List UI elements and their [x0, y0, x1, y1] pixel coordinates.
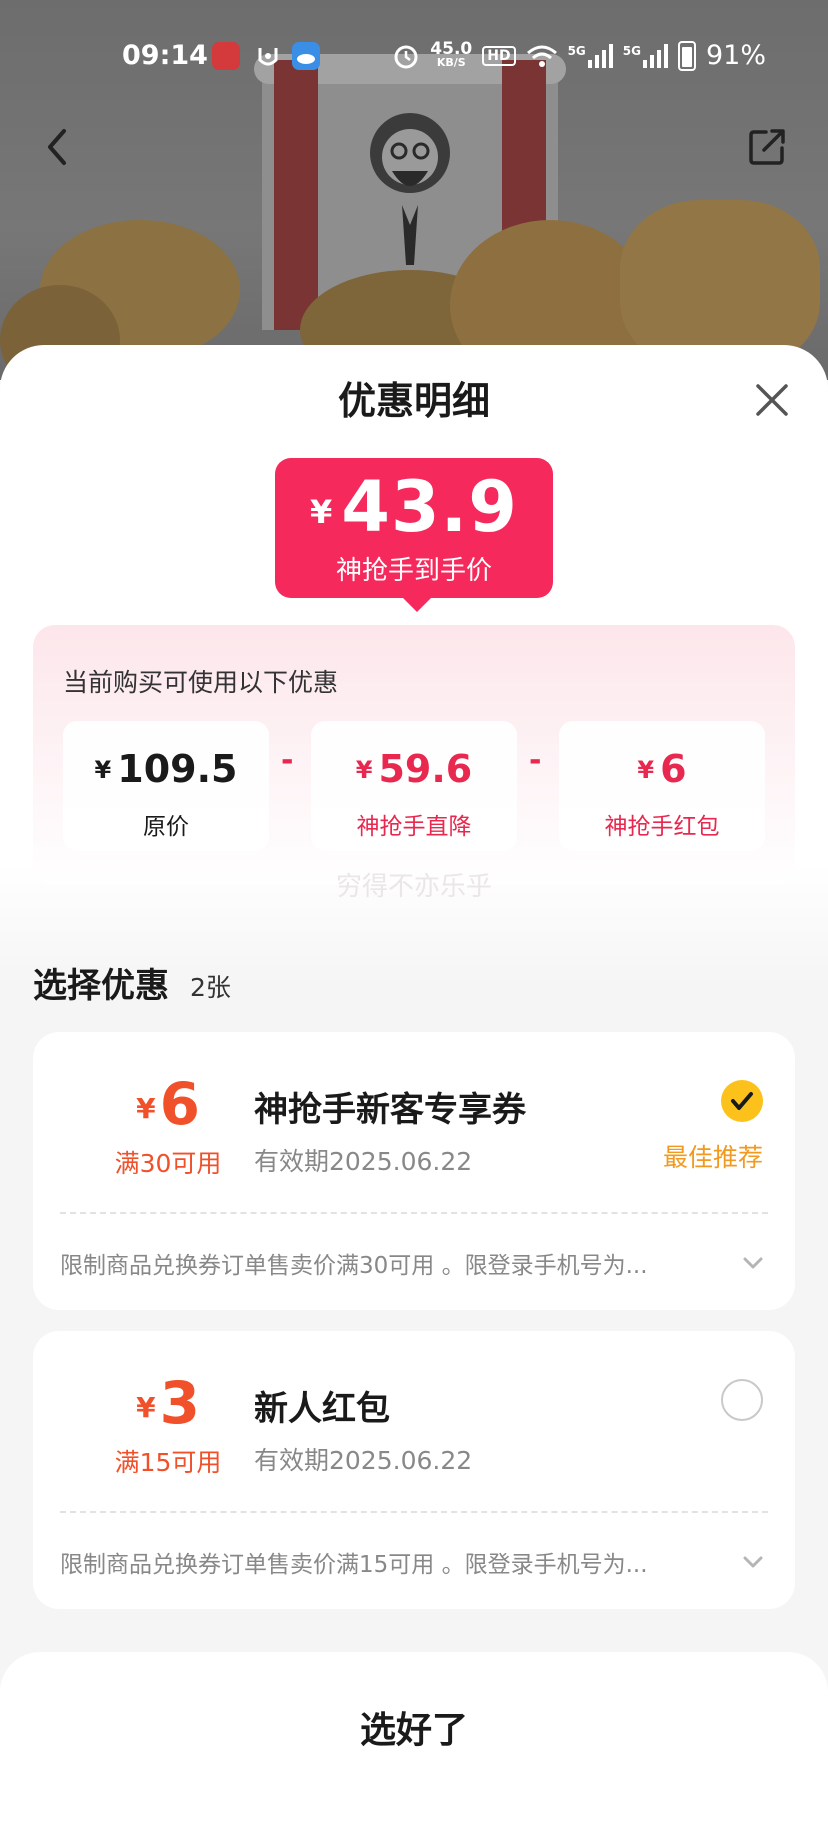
- colonel-logo-icon: [370, 113, 450, 265]
- dashed-divider: [60, 1511, 768, 1513]
- close-button[interactable]: [752, 380, 792, 420]
- wifi-icon: [526, 45, 557, 67]
- coupon-name: 新人红包: [254, 1389, 390, 1429]
- battery-icon: [677, 40, 696, 71]
- coupon-card[interactable]: ¥6 满30可用 神抢手新客专享券 有效期2025.06.22 最佳推荐 限制商…: [33, 1032, 795, 1310]
- direct-discount-card: ¥59.6 神抢手直降: [311, 721, 517, 851]
- final-price-box: ¥43.9 神抢手到手价: [275, 458, 553, 612]
- checkmark-icon[interactable]: [721, 1080, 763, 1122]
- sim2-signal-icon: 5G: [623, 43, 668, 68]
- coupon-description: 限制商品兑换券订单售卖价满15可用 。限登录手机号为...: [60, 1552, 648, 1578]
- coupon-condition: 满15可用: [114, 1448, 222, 1477]
- coupon-amount: ¥3: [136, 1369, 200, 1437]
- weather-app-icon: [292, 42, 320, 70]
- original-price-card: ¥109.5 原价: [63, 721, 269, 851]
- alarm-clock-icon: [394, 45, 418, 68]
- final-price-amount: ¥43.9: [310, 466, 518, 548]
- dashed-divider: [60, 1212, 768, 1214]
- minus-operator: -: [281, 743, 294, 778]
- choose-discount-title: 选择优惠: [33, 966, 169, 1006]
- radio-unchecked-icon[interactable]: [721, 1379, 763, 1421]
- red-packet-card: ¥6 神抢手红包: [559, 721, 765, 851]
- coupon-expiry: 有效期2025.06.22: [254, 1147, 473, 1176]
- discount-breakdown-panel: 当前购买可使用以下优惠 ¥109.5 原价 - ¥59.6 神抢手直降 - ¥6…: [33, 625, 795, 885]
- back-button[interactable]: [40, 125, 76, 169]
- coupon-condition: 满30可用: [114, 1149, 222, 1178]
- hd-badge: HD: [482, 45, 516, 66]
- coupon-card[interactable]: ¥3 满15可用 新人红包 有效期2025.06.22 限制商品兑换券订单售卖价…: [33, 1331, 795, 1609]
- app-notification-icon: [212, 42, 240, 70]
- confirm-button[interactable]: 选好了: [214, 1692, 614, 1762]
- sim1-signal-icon: 5G: [568, 43, 613, 68]
- status-bar: 09:14 45.0 KB/S HD 5G 5G 91%: [0, 36, 828, 76]
- alarm-app-icon: [258, 48, 278, 66]
- coupon-description: 限制商品兑换券订单售卖价满30可用 。限登录手机号为...: [60, 1253, 648, 1279]
- watermark-text: 穷得不亦乐乎: [335, 872, 492, 902]
- final-price-label: 神抢手到手价: [335, 556, 492, 586]
- discount-heading: 当前购买可使用以下优惠: [63, 668, 339, 697]
- best-recommend-badge: 最佳推荐: [662, 1143, 763, 1172]
- battery-percent: 91%: [705, 40, 766, 71]
- coupon-amount: ¥6: [136, 1070, 200, 1138]
- sheet-title: 优惠明细: [337, 379, 490, 423]
- coupon-expiry: 有效期2025.06.22: [254, 1446, 473, 1475]
- chevron-down-icon[interactable]: [739, 1252, 767, 1274]
- chevron-down-icon[interactable]: [739, 1551, 767, 1573]
- network-speed: 45.0 KB/S: [430, 38, 473, 69]
- share-button[interactable]: [748, 126, 786, 166]
- coupon-count: 2张: [190, 973, 231, 1002]
- status-time: 09:14: [122, 40, 208, 71]
- confirm-bar: 选好了: [0, 1652, 828, 1840]
- coupon-name: 神抢手新客专享券: [254, 1090, 526, 1130]
- minus-operator: -: [529, 743, 542, 778]
